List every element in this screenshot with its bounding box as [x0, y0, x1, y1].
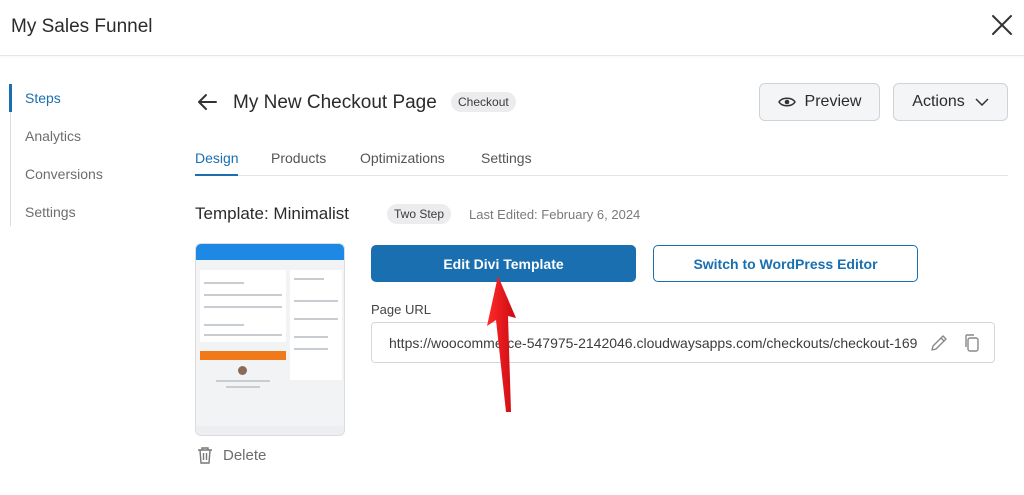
- page-url-value[interactable]: https://woocommerce-547975-2142046.cloud…: [389, 335, 919, 351]
- active-tab-underline: [195, 174, 238, 176]
- tab-settings[interactable]: Settings: [481, 150, 532, 166]
- tab-bar: Design Products Optimizations Settings: [195, 148, 1008, 176]
- close-icon[interactable]: [990, 13, 1014, 37]
- thumbnail-line: [294, 348, 328, 350]
- back-arrow-icon[interactable]: [196, 91, 218, 113]
- top-bar: My Sales Funnel: [0, 0, 1024, 56]
- actions-label: Actions: [912, 93, 965, 110]
- tab-optimizations[interactable]: Optimizations: [360, 150, 445, 166]
- thumbnail-line: [294, 318, 338, 320]
- sidebar-active-indicator: [9, 84, 12, 112]
- sidebar-item-analytics[interactable]: Analytics: [25, 128, 81, 144]
- page-title: My New Checkout Page: [233, 92, 437, 113]
- thumbnail-avatar: [238, 366, 247, 375]
- actions-dropdown[interactable]: Actions: [893, 83, 1008, 121]
- thumbnail-line: [294, 336, 328, 338]
- eye-icon: [777, 97, 796, 107]
- trash-icon: [198, 447, 212, 464]
- thumbnail-line: [204, 282, 244, 284]
- pencil-icon[interactable]: [929, 333, 949, 353]
- thumbnail-cta-button: [200, 351, 286, 360]
- thumbnail-summary-panel: [290, 270, 342, 380]
- chevron-down-icon: [975, 98, 989, 106]
- page-url-field[interactable]: https://woocommerce-547975-2142046.cloud…: [371, 322, 995, 363]
- thumbnail-line: [204, 334, 282, 336]
- page-url-label: Page URL: [371, 302, 431, 317]
- thumbnail-line: [294, 278, 324, 280]
- template-type-badge: Two Step: [387, 204, 452, 224]
- thumbnail-header-bar: [196, 244, 344, 260]
- red-annotation-arrow: [487, 276, 516, 412]
- sidebar-item-steps[interactable]: Steps: [25, 90, 61, 106]
- tab-design[interactable]: Design: [195, 150, 239, 166]
- thumbnail-footer: [196, 426, 344, 435]
- thumbnail-line: [294, 300, 338, 302]
- tab-products[interactable]: Products: [271, 150, 326, 166]
- sidebar-item-settings[interactable]: Settings: [25, 204, 76, 220]
- thumbnail-line: [204, 324, 244, 326]
- preview-button[interactable]: Preview: [759, 83, 880, 121]
- delete-template-button[interactable]: Delete: [197, 446, 266, 464]
- template-thumbnail[interactable]: [195, 243, 345, 436]
- sidebar-nav: Steps Analytics Conversions Settings: [9, 84, 160, 226]
- delete-label: Delete: [223, 446, 267, 464]
- template-title: Template: Minimalist: [195, 204, 349, 223]
- preview-label: Preview: [804, 93, 862, 110]
- switch-to-wordpress-editor-button[interactable]: Switch to WordPress Editor: [653, 245, 918, 282]
- thumbnail-line: [204, 294, 282, 296]
- thumbnail-line: [216, 380, 270, 382]
- page-type-badge: Checkout: [451, 92, 516, 112]
- copy-icon[interactable]: [962, 333, 982, 353]
- app-title: My Sales Funnel: [11, 16, 153, 37]
- thumbnail-line: [226, 386, 260, 388]
- thumbnail-line: [204, 306, 282, 308]
- last-edited-text: Last Edited: February 6, 2024: [469, 207, 641, 222]
- sidebar-item-conversions[interactable]: Conversions: [25, 166, 103, 182]
